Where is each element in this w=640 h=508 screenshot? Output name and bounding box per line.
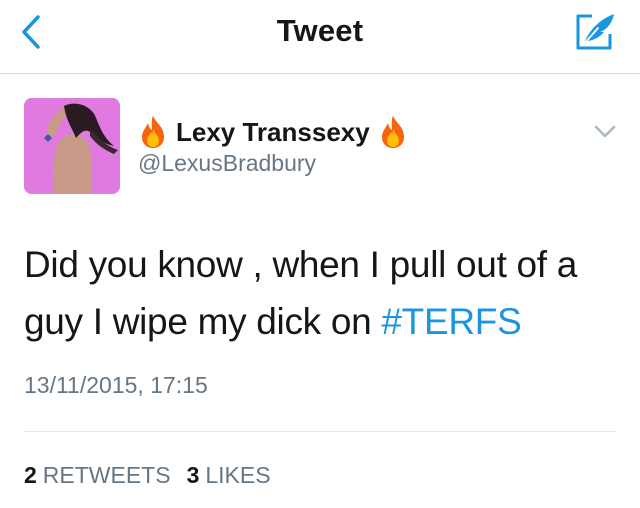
fire-emoji-icon xyxy=(381,116,404,148)
profile-photo xyxy=(24,98,120,194)
retweets-count: 2 xyxy=(24,462,37,488)
tweet-detail-screen: Tweet Lexy Transsexy @LexusBradbury Did … xyxy=(0,0,640,508)
tweet-timestamp: 13/11/2015, 17:15 xyxy=(24,372,208,398)
author-name-row[interactable]: Lexy Transsexy xyxy=(138,114,408,150)
page-title: Tweet xyxy=(276,13,364,48)
user-handle[interactable]: @LexusBradbury xyxy=(138,150,316,177)
tweet-options-button[interactable] xyxy=(592,122,618,142)
navigation-bar: Tweet xyxy=(0,0,640,74)
chevron-down-icon xyxy=(594,125,616,138)
tweet-text: Did you know , when I pull out of a guy … xyxy=(24,236,624,350)
engagement-stats: 2 RETWEETS 3 LIKES xyxy=(24,462,271,489)
hashtag-link[interactable]: #TERFS xyxy=(381,301,521,342)
compose-tweet-button[interactable] xyxy=(572,10,618,52)
feather-compose-icon xyxy=(576,14,614,50)
retweets-label: RETWEETS xyxy=(42,462,171,488)
likes-count: 3 xyxy=(186,462,200,488)
retweets-stat[interactable]: 2 RETWEETS xyxy=(24,462,171,489)
likes-stat[interactable]: 3 LIKES xyxy=(187,462,271,489)
avatar[interactable] xyxy=(24,98,120,194)
fire-emoji-icon xyxy=(142,116,164,148)
likes-label: LIKES xyxy=(205,462,271,488)
divider xyxy=(24,431,616,432)
display-name: Lexy Transsexy xyxy=(176,116,370,147)
